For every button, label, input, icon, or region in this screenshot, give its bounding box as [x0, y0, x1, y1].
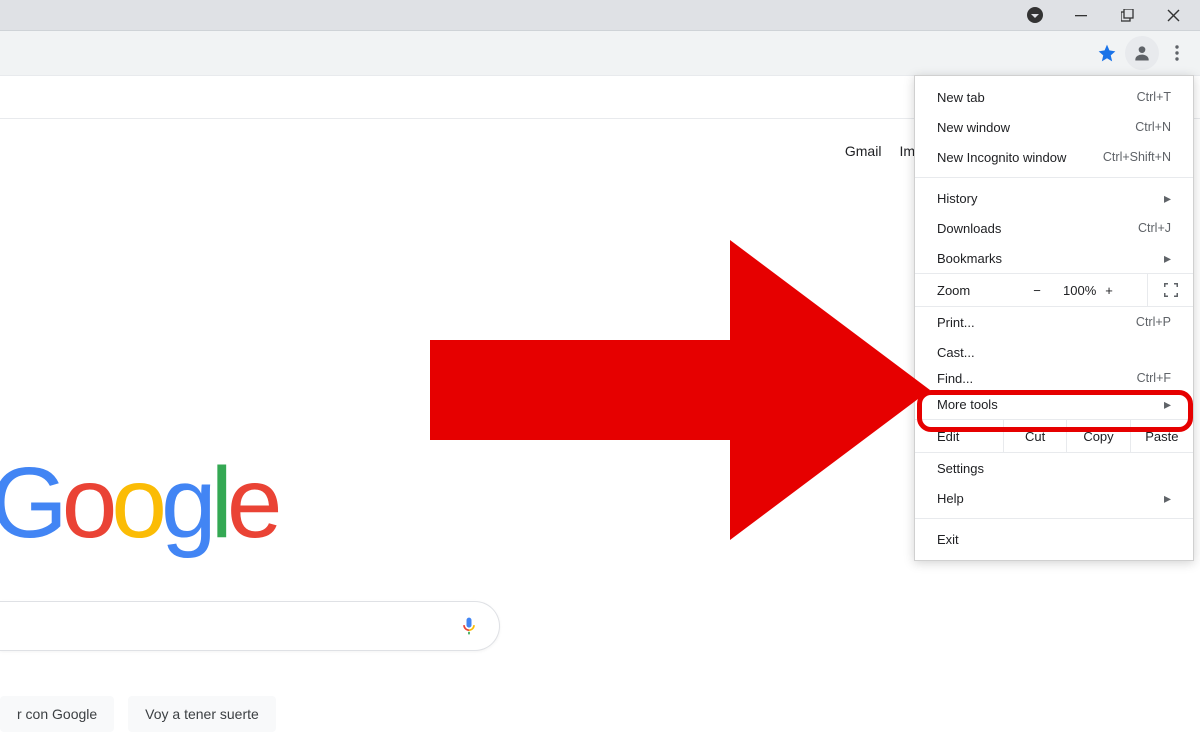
menu-shortcut: Ctrl+F [1137, 371, 1171, 385]
menu-item-bookmarks[interactable]: Bookmarks ▸ [915, 243, 1193, 273]
close-icon [1167, 9, 1180, 22]
edit-cut-button[interactable]: Cut [1003, 420, 1066, 452]
window-maximize-button[interactable] [1104, 0, 1150, 31]
shield-dropdown-icon [1026, 6, 1044, 24]
kebab-icon [1168, 44, 1186, 62]
security-indicator[interactable] [1012, 0, 1058, 31]
logo-letter: e [227, 447, 277, 559]
menu-item-history[interactable]: History ▸ [915, 183, 1193, 213]
logo-letter: o [62, 447, 112, 559]
menu-item-help[interactable]: Help ▸ [915, 483, 1193, 513]
menu-label: Cast... [937, 345, 975, 360]
menu-label: More tools [937, 397, 998, 412]
google-logo: Google [0, 446, 277, 561]
zoom-out-button[interactable]: − [1027, 283, 1047, 298]
edit-copy-button[interactable]: Copy [1066, 420, 1129, 452]
menu-label: Help [937, 491, 964, 506]
menu-label: Print... [937, 315, 975, 330]
search-buttons: r con Google Voy a tener suerte [0, 696, 276, 732]
submenu-arrow-icon: ▸ [1164, 490, 1171, 507]
menu-shortcut: Ctrl+N [1135, 120, 1171, 134]
menu-item-find[interactable]: Find... Ctrl+F [915, 367, 1193, 389]
fullscreen-button[interactable] [1147, 274, 1193, 306]
window-close-button[interactable] [1150, 0, 1196, 31]
menu-label: History [937, 191, 977, 206]
menu-item-downloads[interactable]: Downloads Ctrl+J [915, 213, 1193, 243]
menu-item-edit: Edit Cut Copy Paste [915, 419, 1193, 453]
menu-shortcut: Ctrl+T [1137, 90, 1171, 104]
logo-letter: g [161, 447, 211, 559]
menu-label: New tab [937, 90, 985, 105]
feeling-lucky-button[interactable]: Voy a tener suerte [128, 696, 276, 732]
edit-label: Edit [915, 429, 1003, 444]
menu-item-more-tools[interactable]: More tools ▸ [915, 389, 1193, 419]
logo-letter: o [111, 447, 161, 559]
submenu-arrow-icon: ▸ [1164, 190, 1171, 207]
menu-label: Downloads [937, 221, 1001, 236]
zoom-in-button[interactable]: + [1099, 283, 1119, 298]
person-icon [1132, 43, 1152, 63]
star-icon [1097, 43, 1117, 63]
menu-item-exit[interactable]: Exit [915, 524, 1193, 554]
search-input[interactable] [0, 601, 500, 651]
images-link[interactable]: Im [899, 143, 915, 159]
edit-paste-button[interactable]: Paste [1130, 420, 1193, 452]
bookmark-star-button[interactable] [1090, 36, 1124, 70]
logo-letter: G [0, 447, 62, 559]
submenu-arrow-icon: ▸ [1164, 396, 1171, 413]
gmail-link[interactable]: Gmail [845, 143, 882, 159]
google-search-button[interactable]: r con Google [0, 696, 114, 732]
menu-label: New window [937, 120, 1010, 135]
chrome-main-menu: New tab Ctrl+T New window Ctrl+N New Inc… [914, 75, 1194, 561]
menu-label: Bookmarks [937, 251, 1002, 266]
logo-letter: l [211, 447, 227, 559]
window-titlebar [0, 0, 1200, 31]
menu-shortcut: Ctrl+J [1138, 221, 1171, 235]
microphone-icon[interactable] [459, 614, 479, 638]
google-top-links: Gmail Im [845, 143, 915, 159]
zoom-label: Zoom [915, 283, 999, 298]
menu-label: Settings [937, 461, 984, 476]
menu-label: Exit [937, 532, 959, 547]
menu-item-incognito[interactable]: New Incognito window Ctrl+Shift+N [915, 142, 1193, 172]
submenu-arrow-icon: ▸ [1164, 250, 1171, 267]
browser-toolbar [0, 31, 1200, 76]
menu-shortcut: Ctrl+Shift+N [1103, 150, 1171, 164]
window-minimize-button[interactable] [1058, 0, 1104, 31]
menu-label: New Incognito window [937, 150, 1066, 165]
menu-item-print[interactable]: Print... Ctrl+P [915, 307, 1193, 337]
maximize-icon [1121, 9, 1134, 22]
menu-separator [915, 518, 1193, 519]
menu-separator [915, 177, 1193, 178]
fullscreen-icon [1164, 283, 1178, 297]
chrome-menu-button[interactable] [1160, 36, 1194, 70]
menu-item-new-tab[interactable]: New tab Ctrl+T [915, 82, 1193, 112]
minimize-icon [1075, 9, 1087, 21]
zoom-value: 100% [1063, 283, 1083, 298]
menu-item-new-window[interactable]: New window Ctrl+N [915, 112, 1193, 142]
menu-item-zoom: Zoom − 100% + [915, 273, 1193, 307]
menu-item-cast[interactable]: Cast... [915, 337, 1193, 367]
zoom-controls: − 100% + [999, 283, 1147, 298]
menu-label: Find... [937, 371, 973, 386]
menu-shortcut: Ctrl+P [1136, 315, 1171, 329]
profile-button[interactable] [1125, 36, 1159, 70]
menu-item-settings[interactable]: Settings [915, 453, 1193, 483]
